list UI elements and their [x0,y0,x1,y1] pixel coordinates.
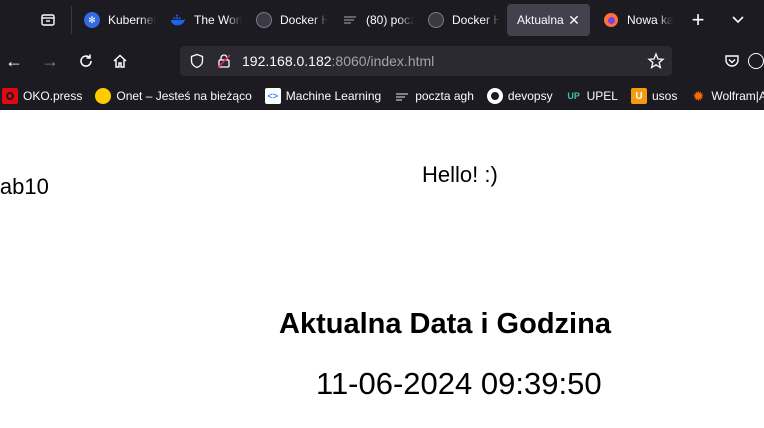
firefox-view-icon [41,14,55,26]
list-all-tabs-button[interactable] [720,4,756,36]
tab-docker-hub-2[interactable]: Docker Hub [418,4,500,36]
close-tab-icon[interactable]: ✕ [566,12,582,28]
bookmark-onet[interactable]: Onet – Jesteś na bieżąco [93,84,253,108]
bookmark-machine-learning[interactable]: <> Machine Learning [263,84,383,108]
tab-separator [71,6,72,34]
bookmarks-toolbar: OKO.press Onet – Jesteś na bieżąco <> Ma… [0,82,764,110]
page-content: lab10 Hello! :) Aktualna Data i Godzina … [0,110,764,428]
pocket-icon [725,55,739,67]
tab-strip: ✻ Kubernetes The World Docker Hub (8 [0,0,764,40]
tab-kubernetes[interactable]: ✻ Kubernetes [74,4,156,36]
new-tab-button[interactable]: + [680,4,716,36]
tab-poczta[interactable]: (80) poczta [332,4,414,36]
docker-icon [256,12,272,28]
page-heading: Aktualna Data i Godzina [279,308,611,340]
mail-lines-icon [396,93,409,101]
url-host: 192.168.0.182 [242,53,332,69]
tab-docker-hub-1[interactable]: Docker Hub [246,4,328,36]
current-datetime: 11-06-2024 09:39:50 [316,366,602,401]
arrow-left-icon: ← [5,50,23,71]
arrow-right-icon: → [41,50,59,71]
bookmark-upel[interactable]: UP UPEL [564,84,620,108]
firefox-view-button[interactable] [30,4,66,36]
url-text: 192.168.0.182:8060/index.html [242,53,434,69]
bookmark-usos[interactable]: U usos [629,84,679,108]
tab-title: Aktualna [517,13,564,27]
url-path: :8060/index.html [331,53,435,69]
reload-button[interactable] [72,47,100,75]
mail-lines-icon [344,16,356,24]
bookmark-wolfram-alpha[interactable]: ✹ Wolfram|Alpha [688,84,764,108]
insecure-lock-icon[interactable] [216,53,232,74]
usos-icon: U [630,88,647,104]
home-icon [113,54,127,68]
onet-icon [95,88,112,104]
navigation-toolbar: ← → 192.168.0.182:8060/index.html [0,40,764,82]
oko-icon [2,88,18,104]
pocket-button[interactable] [718,47,746,75]
home-button[interactable] [106,47,134,75]
forward-button[interactable]: → [36,47,64,75]
bookmark-oko-press[interactable]: OKO.press [0,84,84,108]
back-button[interactable]: ← [0,47,28,75]
tab-the-world[interactable]: The World [160,4,242,36]
lab-label: lab10 [0,174,49,199]
plus-icon: + [691,7,705,32]
bookmark-devopsy[interactable]: devopsy [485,84,555,108]
upel-icon: UP [567,91,580,101]
reload-icon [80,54,92,67]
tab-aktualna-active[interactable]: Aktualna ✕ [507,4,590,36]
docker-icon [428,12,444,28]
chevron-down-icon [732,16,744,24]
account-icon [748,53,764,69]
ml-icon: <> [264,88,281,104]
address-bar[interactable]: 192.168.0.182:8060/index.html [180,46,672,76]
browser-chrome: ✻ Kubernetes The World Docker Hub (8 [0,0,764,110]
docker-whale-icon [170,14,186,26]
shield-icon[interactable] [189,53,205,74]
bookmark-star-icon[interactable] [647,52,665,75]
account-button[interactable] [748,47,764,75]
bookmark-poczta-agh[interactable]: poczta agh [392,84,476,108]
hello-text: Hello! :) [422,162,498,187]
tab-nowa-karta[interactable]: Nowa karta [593,4,673,36]
firefox-icon [604,13,618,27]
kubernetes-icon: ✻ [84,12,100,28]
github-icon [486,88,503,104]
wolfram-icon: ✹ [692,87,705,104]
